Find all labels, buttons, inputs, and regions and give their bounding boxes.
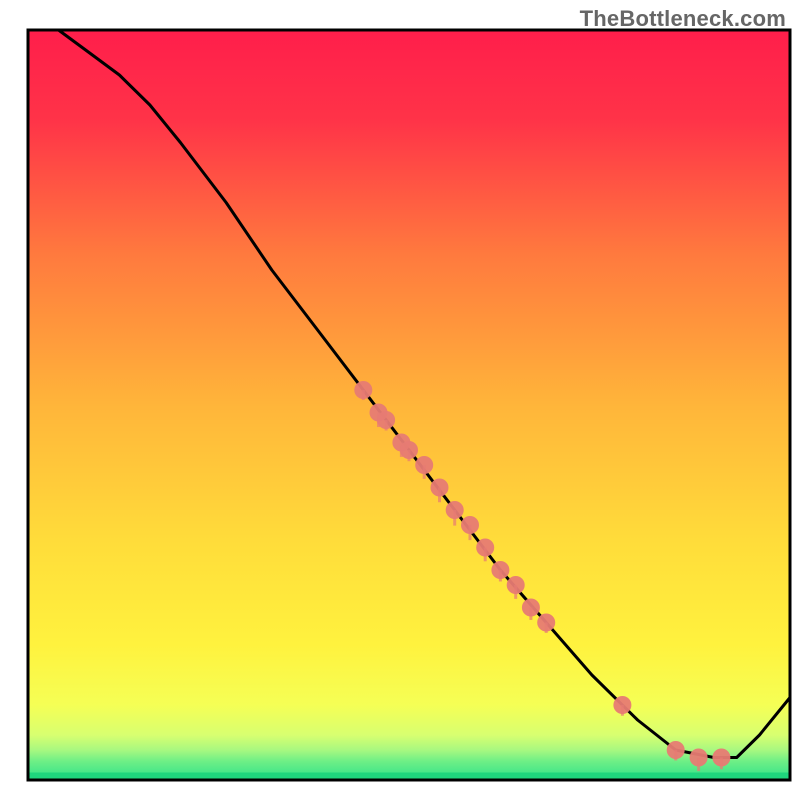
data-point-drip bbox=[484, 548, 487, 562]
data-point-drip bbox=[362, 390, 365, 400]
data-point-drip bbox=[385, 420, 388, 431]
chart-frame: TheBottleneck.com bbox=[0, 0, 800, 800]
data-point-drip bbox=[545, 623, 548, 633]
data-point-drip bbox=[674, 750, 677, 760]
plot-area bbox=[28, 30, 790, 780]
data-point-drip bbox=[408, 450, 411, 461]
data-point-drip bbox=[423, 465, 426, 479]
data-point-drip bbox=[499, 570, 502, 581]
data-point-drip bbox=[438, 488, 441, 503]
data-point-drip bbox=[453, 510, 456, 526]
plot-background bbox=[28, 30, 790, 780]
data-point-drip bbox=[469, 525, 472, 540]
watermark-text: TheBottleneck.com bbox=[580, 6, 786, 32]
data-point-drip bbox=[514, 585, 517, 599]
data-point-drip bbox=[720, 758, 723, 770]
data-point-drip bbox=[621, 705, 624, 716]
chart-svg bbox=[0, 0, 800, 800]
data-point-drip bbox=[529, 608, 532, 620]
data-point-drip bbox=[697, 758, 700, 772]
